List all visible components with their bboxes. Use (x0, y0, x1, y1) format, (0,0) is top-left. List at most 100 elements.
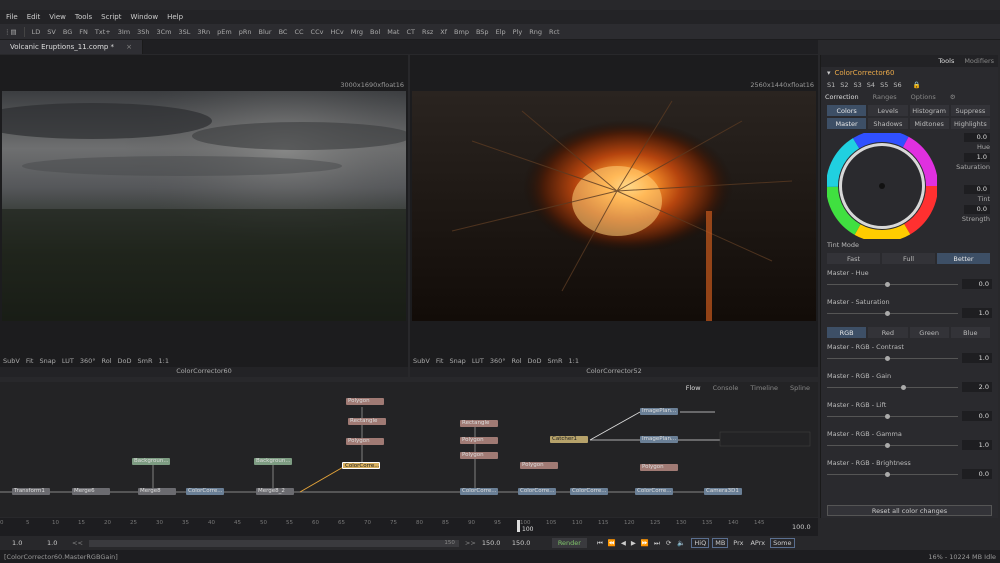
step-back-icon[interactable]: ⏪ (608, 539, 616, 547)
version-s3[interactable]: S3 (854, 81, 862, 89)
menu-edit[interactable]: Edit (27, 13, 41, 21)
version-s5[interactable]: S5 (880, 81, 888, 89)
flow-node[interactable]: ColorCorre... (635, 488, 673, 495)
menu-script[interactable]: Script (101, 13, 121, 21)
color-wheel[interactable] (827, 133, 937, 239)
aprx-button[interactable]: APrx (748, 539, 767, 547)
slider-track[interactable] (827, 284, 958, 285)
range-midtones[interactable]: Midtones (909, 118, 949, 129)
ratio-button[interactable]: 1:1 (569, 357, 579, 365)
flow-node[interactable]: Camera3D1 (704, 488, 742, 495)
channel-blue[interactable]: Blue (950, 327, 990, 338)
strength-value[interactable]: 0.0 (964, 205, 990, 214)
flow-node[interactable]: ColorCorre... (570, 488, 608, 495)
slider-knob[interactable] (885, 356, 890, 361)
toolbar-button-bsp[interactable]: BSp (476, 28, 489, 36)
close-icon[interactable]: × (126, 43, 132, 51)
snap-button[interactable]: Snap (39, 357, 55, 365)
rgb-gain-slider[interactable]: Master - RGB - Gain 2.0 (821, 369, 998, 398)
viewer-left[interactable]: 3000x1690xfloat16 SubV Fit Snap LUT 360°… (0, 55, 408, 377)
smr-button[interactable]: SmR (138, 357, 153, 365)
mode-levels[interactable]: Levels (868, 105, 908, 116)
channel-rgb[interactable]: RGB (827, 327, 867, 338)
master-saturation-slider[interactable]: Master - Saturation 1.0 (821, 295, 998, 324)
toolbar-button-mat[interactable]: Mat (387, 28, 399, 36)
tint-mode-fast[interactable]: Fast (827, 253, 880, 264)
flow-node[interactable]: ColorCorre... (342, 462, 380, 469)
toolbar-button-ld[interactable]: LD (32, 28, 41, 36)
master-hue-slider[interactable]: Master - Hue 0.0 (821, 266, 998, 295)
360-button[interactable]: 360° (490, 357, 506, 365)
toolbar-button-bol[interactable]: Bol (370, 28, 380, 36)
ratio-button[interactable]: 1:1 (159, 357, 169, 365)
version-s6[interactable]: S6 (893, 81, 901, 89)
flow-node[interactable]: Backgroun... (254, 458, 292, 465)
roi-button[interactable]: Rol (102, 357, 112, 365)
flow-node[interactable]: Polygon (460, 452, 498, 459)
flow-node[interactable]: Catcher1 (550, 436, 588, 443)
slider-value[interactable]: 1.0 (962, 353, 992, 363)
menu-tools[interactable]: Tools (75, 13, 92, 21)
forward-range-icon[interactable]: >> (465, 539, 476, 547)
slider-track[interactable] (827, 416, 958, 417)
global-start-field[interactable]: 1.0 (12, 539, 47, 547)
toolbar-button-xf[interactable]: Xf (440, 28, 447, 36)
slider-knob[interactable] (885, 443, 890, 448)
flow-node[interactable]: Rectangle (460, 420, 498, 427)
subview-button[interactable]: SubV (413, 357, 430, 365)
roi-button[interactable]: Rol (512, 357, 522, 365)
flow-node[interactable]: ImagePlan... (640, 436, 678, 443)
flow-node[interactable]: Polygon (640, 464, 678, 471)
lut-button[interactable]: LUT (62, 357, 74, 365)
global-end-field[interactable]: 150.0 (512, 539, 552, 547)
flow-editor[interactable]: Flow Console Timeline Spline Transform1 M… (0, 382, 818, 517)
rgb-brightness-slider[interactable]: Master - RGB - Brightness 0.0 (821, 456, 998, 485)
toolbar-button-3sh[interactable]: 3Sh (137, 28, 149, 36)
tint-mode-full[interactable]: Full (882, 253, 935, 264)
fit-button[interactable]: Fit (436, 357, 444, 365)
lock-icon[interactable]: 🔒 (913, 81, 921, 89)
lut-button[interactable]: LUT (472, 357, 484, 365)
version-s2[interactable]: S2 (840, 81, 848, 89)
toolbar-button-ply[interactable]: Ply (513, 28, 523, 36)
slider-track[interactable] (827, 445, 958, 446)
version-s4[interactable]: S4 (867, 81, 875, 89)
flow-node[interactable]: ColorCorre... (518, 488, 556, 495)
flow-node[interactable]: ColorCorre... (186, 488, 224, 495)
flow-node[interactable]: Rectangle (348, 418, 386, 425)
flow-node[interactable]: Merge8 (138, 488, 176, 495)
go-to-start-icon[interactable]: ⏮ (597, 539, 603, 548)
slider-knob[interactable] (885, 282, 890, 287)
mode-suppress[interactable]: Suppress (950, 105, 990, 116)
toolbar-button-rct[interactable]: Rct (549, 28, 560, 36)
flow-node[interactable]: Merge8_2 (256, 488, 294, 495)
render-button[interactable]: Render (551, 538, 587, 548)
flow-node[interactable]: Polygon (346, 398, 384, 405)
toolbar-button-ccv[interactable]: CCv (311, 28, 324, 36)
slider-track[interactable] (827, 313, 958, 314)
toolbar-button-3rn[interactable]: 3Rn (197, 28, 210, 36)
dod-button[interactable]: DoD (118, 357, 132, 365)
flow-node[interactable]: Backgroun... (132, 458, 170, 465)
tab-tools[interactable]: Tools (938, 57, 954, 65)
toolbar-button-3sl[interactable]: 3SL (178, 28, 190, 36)
loop-icon[interactable]: ⟳ (666, 539, 671, 547)
toolbar-button-sv[interactable]: SV (47, 28, 56, 36)
rgb-gamma-slider[interactable]: Master - RGB - Gamma 1.0 (821, 427, 998, 456)
rgb-lift-slider[interactable]: Master - RGB - Lift 0.0 (821, 398, 998, 427)
flow-node[interactable]: ImagePlan... (640, 408, 678, 415)
flow-node[interactable]: ColorCorre... (460, 488, 498, 495)
toolbar-button-txt[interactable]: Txt+ (95, 28, 111, 36)
rewind-range-icon[interactable]: << (72, 539, 83, 547)
go-to-end-icon[interactable]: ⏭ (654, 539, 660, 548)
toolbar-button-bmp[interactable]: Bmp (454, 28, 469, 36)
play-reverse-icon[interactable]: ◀ (621, 539, 626, 547)
toolbar-button-cc[interactable]: CC (294, 28, 303, 36)
toolbar-button-blur[interactable]: Blur (259, 28, 272, 36)
channel-red[interactable]: Red (868, 327, 908, 338)
mode-histogram[interactable]: Histogram (909, 105, 949, 116)
prx-button[interactable]: Prx (731, 539, 745, 547)
toolbar-button-bc[interactable]: BC (279, 28, 288, 36)
toolbar-button-ct[interactable]: CT (406, 28, 415, 36)
slider-track[interactable] (827, 387, 958, 388)
